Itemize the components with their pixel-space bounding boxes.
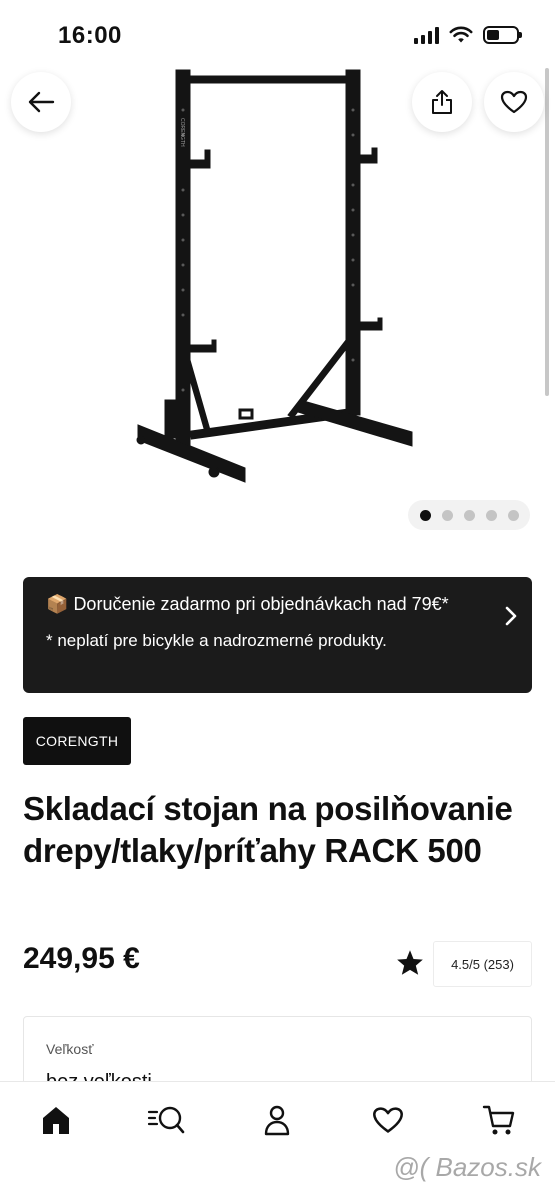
package-icon: 📦 — [46, 594, 69, 614]
product-title: Skladací stojan na posilňovanie drepy/tl… — [23, 790, 513, 869]
nav-favorites[interactable] — [368, 1100, 408, 1140]
carousel-dot[interactable] — [485, 509, 497, 521]
rack-brand-label: CORENGTH — [179, 118, 185, 147]
star-icon — [397, 950, 423, 975]
carousel-dot[interactable] — [419, 509, 431, 521]
nav-account[interactable] — [257, 1100, 297, 1140]
product-price: 249,95 € — [23, 942, 140, 975]
battery-icon — [483, 26, 522, 44]
status-time: 16:00 — [58, 22, 122, 49]
image-carousel-dots — [408, 500, 530, 530]
heart-icon — [373, 1107, 403, 1133]
user-icon — [264, 1105, 290, 1136]
delivery-banner[interactable]: 📦 Doručenie zadarmo pri objednávkach nad… — [23, 577, 532, 693]
delivery-line: 📦 Doručenie zadarmo pri objednávkach nad… — [46, 593, 472, 616]
scroll-indicator — [545, 68, 549, 396]
delivery-note: * neplatí pre bicykle a nadrozmerné prod… — [46, 631, 387, 650]
signal-icon — [414, 26, 439, 44]
brand-tag[interactable]: CORENGTH — [23, 717, 131, 765]
back-button[interactable] — [11, 72, 71, 132]
wifi-icon — [449, 26, 473, 43]
power-rack-image: CORENGTH — [136, 69, 413, 483]
home-icon — [43, 1107, 69, 1134]
carousel-dot[interactable] — [463, 509, 475, 521]
carousel-dot[interactable] — [441, 509, 453, 521]
search-catalog-icon — [147, 1106, 185, 1134]
nav-cart[interactable] — [479, 1100, 519, 1140]
rating-badge[interactable]: 4.5/5 (253) — [433, 941, 532, 987]
nav-home[interactable] — [36, 1100, 76, 1140]
watermark: @( Bazos.sk — [393, 1152, 541, 1182]
carousel-dot[interactable] — [507, 509, 519, 521]
nav-search[interactable] — [146, 1100, 186, 1140]
delivery-text: Doručenie zadarmo pri objednávkach nad 7… — [73, 594, 449, 614]
status-icons — [414, 26, 522, 44]
product-image[interactable]: CORENGTH — [0, 55, 555, 535]
share-icon — [432, 90, 452, 114]
chevron-right-icon — [505, 606, 517, 626]
favorite-button[interactable] — [484, 72, 544, 132]
heart-icon — [500, 90, 528, 114]
share-button[interactable] — [412, 72, 472, 132]
arrow-left-icon — [28, 91, 55, 113]
cart-icon — [482, 1105, 515, 1135]
size-label: Veľkosť — [46, 1041, 94, 1057]
